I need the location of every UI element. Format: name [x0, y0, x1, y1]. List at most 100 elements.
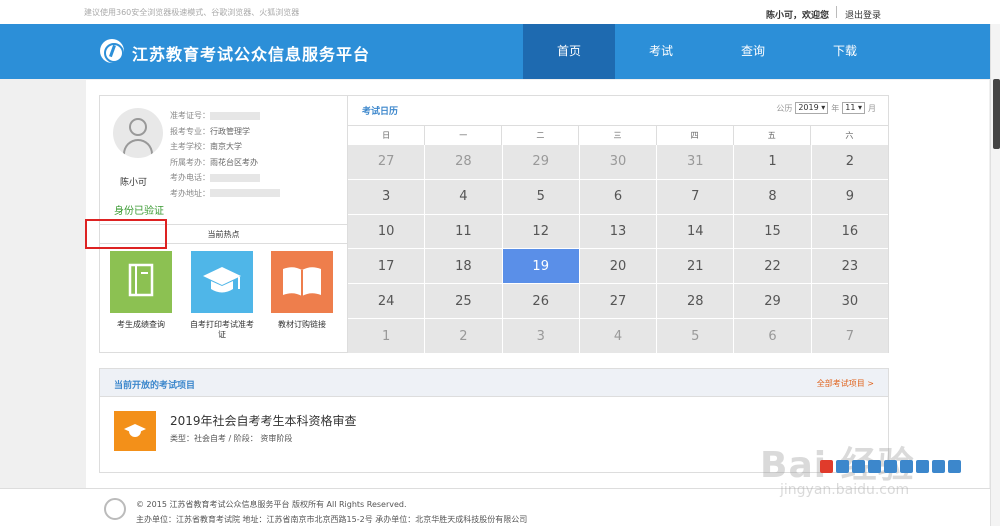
- office-value: 雨花台区考办: [210, 157, 258, 167]
- toolbar-icon[interactable]: [868, 460, 881, 473]
- nav-exam[interactable]: 考试: [615, 24, 707, 79]
- open-exams-title: 当前开放的考试项目: [114, 381, 196, 391]
- calendar-day[interactable]: 6: [734, 319, 811, 353]
- calendar-day[interactable]: 21: [657, 249, 734, 284]
- highlight-box: [85, 219, 167, 249]
- hot-item-textbook-order[interactable]: 教材订购链接: [270, 251, 334, 330]
- calendar-day[interactable]: 15: [734, 214, 811, 249]
- profile-info: 准考证号： 报考专业：行政管理学 主考学校：南京大学 所属考办：雨花台区考办 考…: [170, 110, 280, 203]
- calendar-day[interactable]: 11: [425, 214, 502, 249]
- month-suffix: 月: [868, 103, 876, 113]
- calendar-day[interactable]: 30: [811, 284, 888, 319]
- calendar-day[interactable]: 25: [425, 284, 502, 319]
- floating-toolbar: [820, 458, 972, 475]
- nav-download[interactable]: 下载: [799, 24, 891, 79]
- hot-item-print-admission[interactable]: 自考打印考试准考证: [190, 251, 254, 340]
- calendar-day[interactable]: 13: [579, 214, 657, 249]
- calendar-day[interactable]: 31: [657, 145, 734, 179]
- toolbar-icon[interactable]: [852, 460, 865, 473]
- calendar-day[interactable]: 12: [502, 214, 579, 249]
- exam-item-name[interactable]: 2019年社会自考考生本科资格审查: [170, 412, 357, 429]
- nav-home[interactable]: 首页: [523, 24, 615, 79]
- all-exams-link[interactable]: 全部考试项目 >: [817, 378, 874, 389]
- calendar-day[interactable]: 7: [657, 179, 734, 214]
- calendar-day[interactable]: 1: [734, 145, 811, 179]
- school-value: 南京大学: [210, 142, 242, 151]
- calendar-day[interactable]: 10: [348, 214, 425, 249]
- calendar-day[interactable]: 23: [811, 249, 888, 284]
- exam-no-label: 准考证号：: [170, 111, 210, 120]
- month-select[interactable]: 11 ▾: [842, 102, 865, 114]
- toolbar-icon[interactable]: [884, 460, 897, 473]
- notebook-icon: [110, 251, 172, 313]
- calendar-day[interactable]: 14: [657, 214, 734, 249]
- calendar-day[interactable]: 6: [579, 179, 657, 214]
- weekday-header: 日 一 二 三 四 五 六: [348, 125, 888, 146]
- year-select[interactable]: 2019 ▾: [795, 102, 829, 114]
- calendar-day[interactable]: 2: [811, 145, 888, 179]
- calendar-type-label: 公历: [776, 103, 793, 113]
- toolbar-icon[interactable]: [932, 460, 945, 473]
- weekday-label: 三: [579, 126, 657, 146]
- divider: [836, 6, 837, 18]
- weekday-label: 六: [845, 131, 854, 140]
- calendar-day[interactable]: 24: [348, 284, 425, 319]
- scrollbar-thumb[interactable]: [993, 79, 1000, 149]
- calendar-day[interactable]: 8: [734, 179, 811, 214]
- calendar-day[interactable]: 9: [811, 179, 888, 214]
- site-logo-icon: [100, 39, 124, 63]
- toolbar-icon[interactable]: [900, 460, 913, 473]
- calendar-day[interactable]: 3: [502, 319, 579, 353]
- avatar-icon: [113, 108, 163, 158]
- logout-link[interactable]: 退出登录: [845, 8, 881, 21]
- calendar-day[interactable]: 16: [811, 214, 888, 249]
- school-label: 主考学校：: [170, 142, 210, 151]
- calendar-day[interactable]: 7: [811, 319, 888, 353]
- major-value: 行政管理学: [210, 126, 250, 136]
- page-scrollbar[interactable]: [990, 24, 1000, 526]
- calendar-day[interactable]: 1: [348, 319, 425, 353]
- office-label: 所属考办：: [170, 157, 210, 167]
- calendar-day[interactable]: 29: [502, 145, 579, 179]
- year-suffix: 年: [831, 103, 840, 113]
- nav-query[interactable]: 查询: [707, 24, 799, 79]
- calendar-title: 考试日历: [362, 107, 399, 117]
- calendar-day[interactable]: 27: [348, 145, 425, 179]
- calendar-day[interactable]: 19: [502, 249, 579, 284]
- major-label: 报考专业：: [170, 126, 210, 136]
- exam-item-meta: 类型：社会自考 / 阶段： 资审阶段: [170, 434, 293, 443]
- redacted-value: [210, 173, 260, 182]
- calendar-day[interactable]: 3: [348, 179, 425, 214]
- sogou-icon[interactable]: [820, 460, 833, 473]
- calendar-day[interactable]: 28: [425, 145, 502, 179]
- graduation-cap-icon: [191, 251, 253, 313]
- verified-status: 身份已验证: [114, 206, 164, 217]
- calendar-day[interactable]: 5: [657, 319, 734, 353]
- toolbar-icon[interactable]: [916, 460, 929, 473]
- calendar-day[interactable]: 17: [348, 249, 425, 284]
- calendar-day[interactable]: 26: [502, 284, 579, 319]
- toolbar-icon[interactable]: [948, 460, 961, 473]
- calendar-day[interactable]: 30: [579, 145, 657, 179]
- candidate-name: 陈小可: [120, 178, 148, 188]
- hot-item-score-query[interactable]: 考生成绩查询: [109, 251, 173, 330]
- user-greeting: 陈小可，欢迎您: [766, 11, 830, 21]
- watermark-url: jingyan.baidu.com: [780, 482, 910, 498]
- calendar-day[interactable]: 22: [734, 249, 811, 284]
- calendar-day[interactable]: 4: [425, 179, 502, 214]
- top-strip: 建议使用360安全浏览器极速模式、谷歌浏览器、火狐浏览器 陈小可，欢迎您 退出登…: [0, 0, 1000, 24]
- calendar-day[interactable]: 2: [425, 319, 502, 353]
- calendar-day[interactable]: 29: [734, 284, 811, 319]
- toolbar-icon[interactable]: [836, 460, 849, 473]
- calendar-day[interactable]: 20: [579, 249, 657, 284]
- organizer-text: 主办单位：江苏省教育考试院 地址：江苏省南京市北京西路15-2号 承办单位：北京…: [136, 515, 528, 524]
- address-label: 考办地址：: [170, 188, 210, 198]
- calendar-day[interactable]: 28: [657, 284, 734, 319]
- calendar-day[interactable]: 27: [579, 284, 657, 319]
- weekday-label: 四: [657, 126, 734, 146]
- calendar-day[interactable]: 4: [579, 319, 657, 353]
- hot-item-label: 自考打印考试准考证: [190, 320, 254, 339]
- calendar-day[interactable]: 18: [425, 249, 502, 284]
- exam-calendar: 考试日历 公历 2019 ▾ 年 11 ▾ 月 日 一 二 三 四 五 六 27…: [347, 95, 889, 353]
- calendar-day[interactable]: 5: [502, 179, 579, 214]
